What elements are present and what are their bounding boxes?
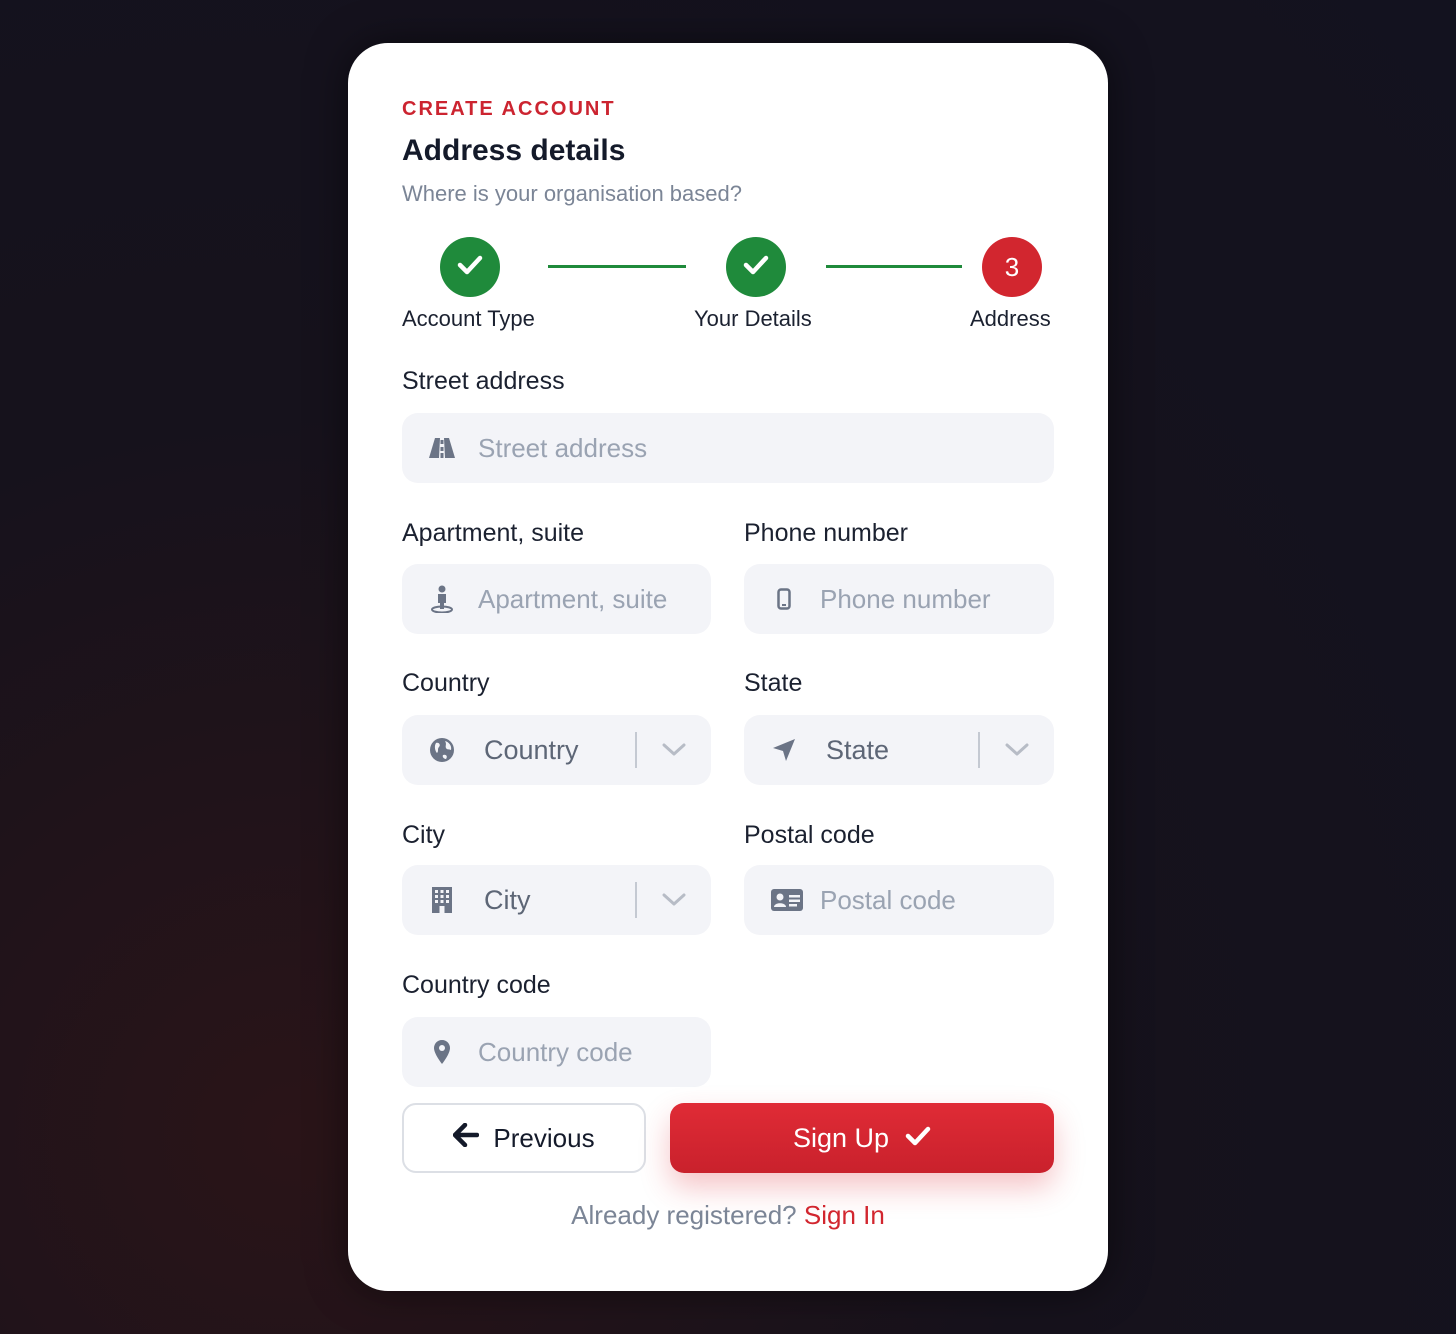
apartment-placeholder: Apartment, suite bbox=[478, 583, 668, 614]
step-connector bbox=[826, 265, 962, 268]
step-label-account-type: Account Type bbox=[402, 306, 535, 331]
country-code-input[interactable]: Country code bbox=[402, 1017, 711, 1087]
mobile-phone-icon bbox=[770, 585, 798, 613]
apartment-input[interactable]: Apartment, suite bbox=[402, 564, 711, 634]
check-icon bbox=[457, 254, 483, 281]
city-value: City bbox=[484, 884, 531, 915]
postal-code-placeholder: Postal code bbox=[820, 884, 956, 915]
previous-button[interactable]: Previous bbox=[402, 1103, 646, 1173]
road-icon bbox=[428, 434, 456, 462]
globe-icon bbox=[428, 736, 456, 764]
page-subtitle: Where is your organisation based? bbox=[402, 181, 742, 206]
sign-up-button[interactable]: Sign Up bbox=[670, 1103, 1054, 1173]
city-label: City bbox=[402, 821, 446, 849]
country-code-placeholder: Country code bbox=[478, 1036, 633, 1067]
country-label: Country bbox=[402, 669, 490, 697]
address-card-icon bbox=[770, 886, 804, 914]
chevron-down-icon[interactable] bbox=[637, 893, 711, 907]
phone-number-placeholder: Phone number bbox=[820, 583, 991, 614]
state-select[interactable]: State bbox=[744, 715, 1054, 785]
state-value: State bbox=[826, 734, 890, 765]
chevron-down-icon[interactable] bbox=[637, 743, 711, 757]
map-pin-icon bbox=[428, 1038, 456, 1066]
street-address-input[interactable]: Street address bbox=[402, 413, 1054, 483]
step-your-details-indicator bbox=[726, 237, 786, 297]
step-label-address: Address bbox=[970, 306, 1051, 331]
sign-in-link[interactable]: Sign In bbox=[804, 1200, 885, 1230]
chevron-down-icon[interactable] bbox=[980, 743, 1054, 757]
postal-code-input[interactable]: Postal code bbox=[744, 865, 1054, 935]
sign-up-button-label: Sign Up bbox=[792, 1122, 890, 1153]
phone-number-label: Phone number bbox=[744, 519, 909, 547]
country-select[interactable]: Country bbox=[402, 715, 711, 785]
step-label-your-details: Your Details bbox=[694, 306, 812, 331]
street-address-label: Street address bbox=[402, 367, 565, 395]
person-pin-icon bbox=[428, 585, 456, 613]
eyebrow-label: CREATE ACCOUNT bbox=[402, 98, 616, 120]
country-code-label: Country code bbox=[402, 971, 551, 999]
page-title: Address details bbox=[402, 134, 626, 167]
location-arrow-icon bbox=[770, 736, 798, 764]
previous-button-label: Previous bbox=[493, 1122, 595, 1153]
step-connector bbox=[548, 265, 686, 268]
street-address-placeholder: Street address bbox=[478, 432, 648, 463]
phone-number-input[interactable]: Phone number bbox=[744, 564, 1054, 634]
apartment-label: Apartment, suite bbox=[402, 519, 585, 547]
step-number: 3 bbox=[1004, 251, 1020, 282]
check-icon bbox=[905, 1123, 931, 1154]
country-value: Country bbox=[484, 734, 579, 765]
check-icon bbox=[743, 254, 769, 281]
signup-card: CREATE ACCOUNT Address details Where is … bbox=[348, 43, 1108, 1291]
city-select[interactable]: City bbox=[402, 865, 711, 935]
sign-in-prompt: Already registered? Sign In bbox=[348, 1200, 1108, 1231]
building-icon bbox=[428, 886, 456, 914]
state-label: State bbox=[744, 669, 803, 697]
step-account-type-indicator bbox=[440, 237, 500, 297]
arrow-left-icon bbox=[453, 1122, 480, 1154]
sign-in-prompt-text: Already registered? bbox=[571, 1200, 797, 1230]
step-address-indicator: 3 bbox=[982, 237, 1042, 297]
postal-code-label: Postal code bbox=[744, 821, 875, 849]
